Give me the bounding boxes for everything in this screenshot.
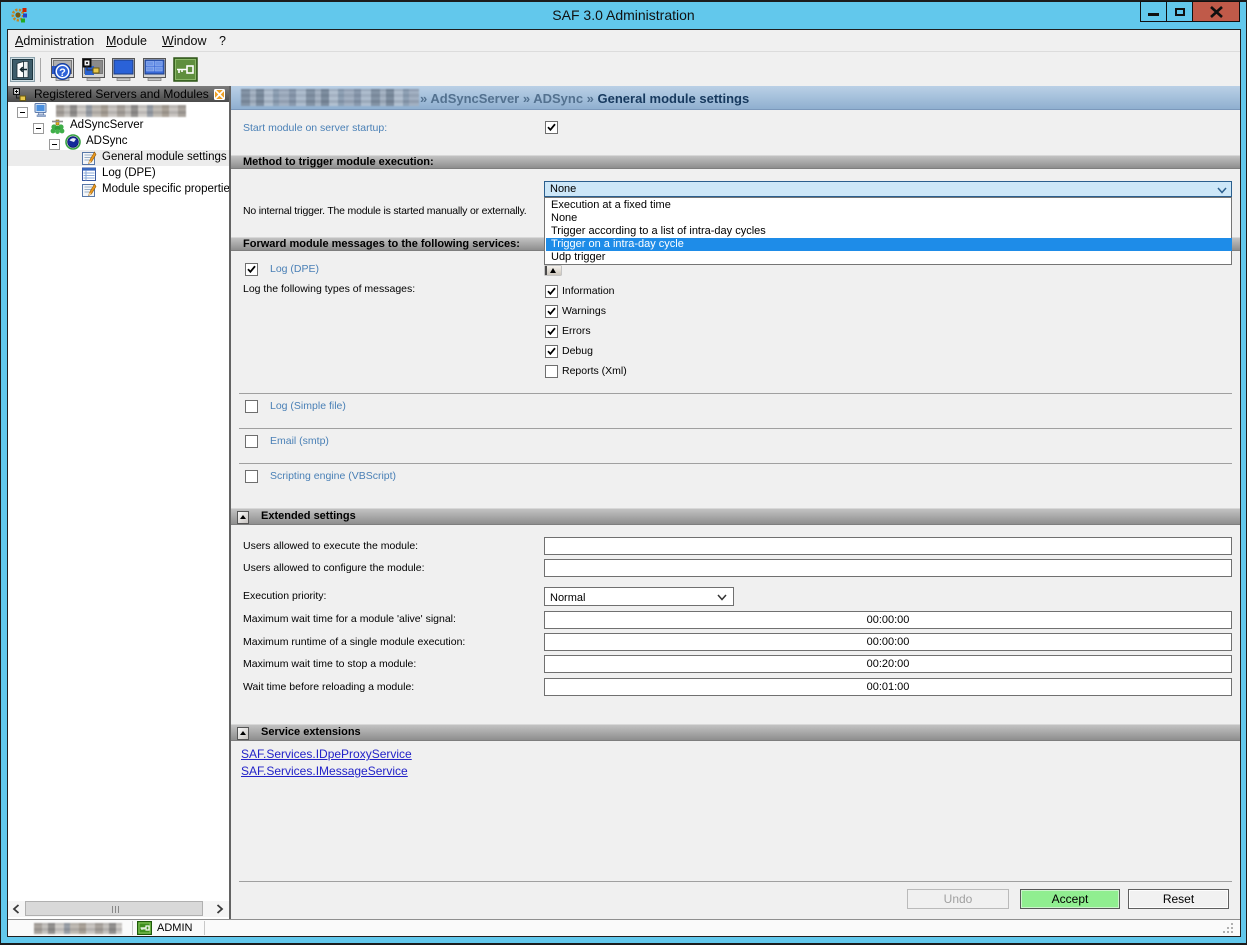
svg-text:?: ? [59, 67, 66, 79]
